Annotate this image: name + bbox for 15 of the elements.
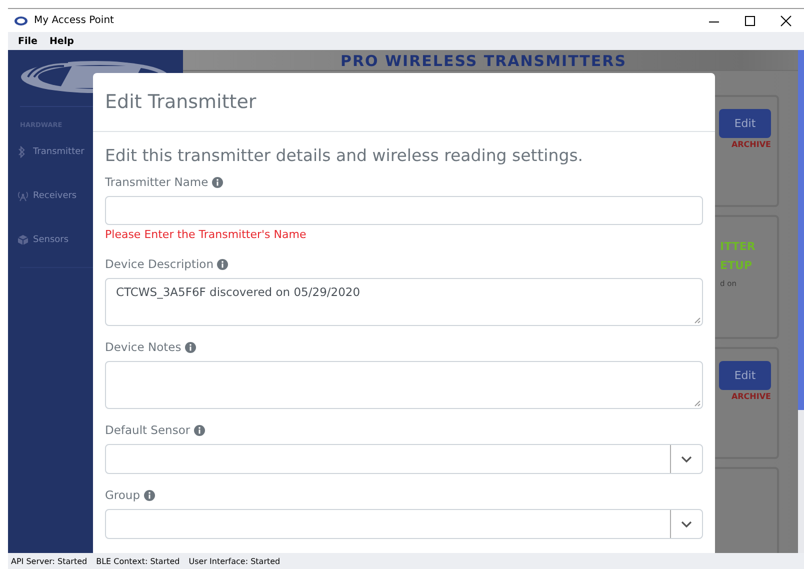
dialog-title: Edit Transmitter (105, 91, 256, 113)
field-label: Default Sensor (105, 423, 190, 437)
status-text: ETUP (720, 258, 752, 274)
field-label: Group (105, 488, 140, 502)
field-label: Transmitter Name (105, 175, 208, 189)
status-text: API Server: Started (11, 556, 88, 566)
status-text: ITTER (720, 239, 756, 255)
status-text: BLE Context: Started (96, 556, 180, 566)
field-label: Device Notes (105, 340, 182, 354)
error-message: Please Enter the Transmitter's Name (105, 228, 306, 241)
dialog-intro: Edit this transmitter details and wireless reading settings. (105, 146, 584, 165)
field-label: Device Description (105, 257, 214, 271)
window-title: My Access Point (34, 15, 114, 26)
status-text: User Interface: Started (188, 556, 280, 566)
page-heading: PRO WIRELESS TRANSMITTERS (340, 52, 627, 70)
